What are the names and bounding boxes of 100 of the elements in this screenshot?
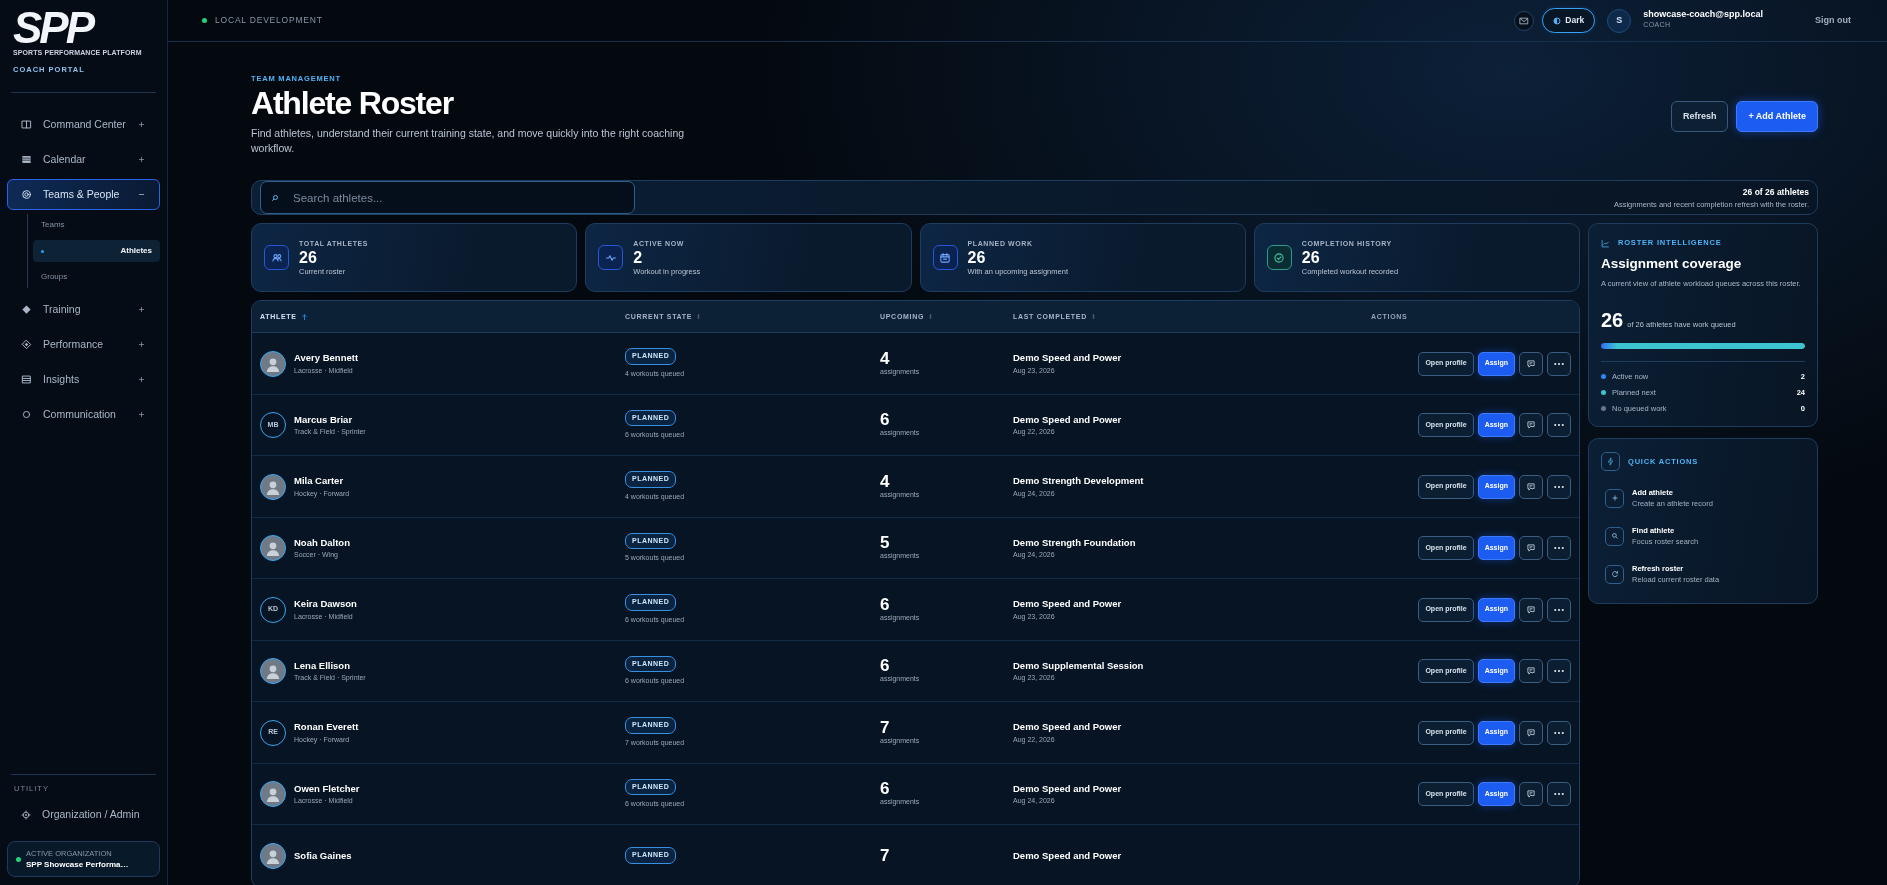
more-icon [1553, 730, 1565, 735]
nav-item[interactable]: Command Center [7, 109, 160, 141]
more-icon [1553, 546, 1565, 551]
upcoming-count: 6 [880, 411, 891, 429]
sign-out-link[interactable]: Sign out [1815, 13, 1851, 28]
message-button[interactable] [1519, 782, 1543, 807]
upcoming-count: 4 [880, 473, 891, 490]
athlete-name[interactable]: Lena Ellison [294, 658, 366, 674]
more-button[interactable] [1547, 659, 1571, 684]
more-icon [1553, 607, 1565, 612]
nav-item[interactable]: Insights [7, 364, 160, 396]
stat-value: 26 [1301, 249, 1321, 266]
athlete-name[interactable]: Ronan Everett [294, 720, 359, 735]
half-circle-icon [1553, 16, 1562, 25]
nav-subitem[interactable]: Teams [33, 214, 160, 237]
expand-icon [138, 376, 145, 384]
gear-icon [21, 810, 31, 821]
athlete-name[interactable]: Mila Carter [294, 474, 350, 489]
status-dot-icon [16, 856, 21, 862]
more-icon [1553, 792, 1565, 797]
upcoming-count: 6 [880, 780, 891, 798]
expand-icon [138, 306, 145, 314]
last-workout-title: Demo Speed and Power [1013, 412, 1123, 427]
nav-item[interactable]: Organization / Admin [7, 799, 160, 831]
message-button[interactable] [1519, 351, 1543, 376]
environment-label: LOCAL DEVELOPMENT [215, 14, 323, 27]
mail-button[interactable] [1514, 10, 1535, 31]
user-avatar: S [1607, 8, 1632, 33]
more-button[interactable] [1547, 474, 1571, 499]
more-button[interactable] [1547, 782, 1571, 807]
athlete-name[interactable]: Marcus Briar [294, 412, 366, 428]
sort-icon [1090, 312, 1096, 322]
more-button[interactable] [1547, 597, 1571, 622]
upcoming-count: 4 [880, 350, 891, 367]
target-icon [21, 189, 32, 201]
people-icon [270, 252, 283, 264]
athlete-name[interactable]: Sofia Gaines [294, 848, 352, 863]
more-button[interactable] [1547, 351, 1571, 376]
nav-item[interactable]: Training [7, 294, 160, 326]
sort-icon [696, 312, 702, 322]
expand-icon [138, 341, 145, 349]
chat-icon [1526, 358, 1536, 369]
check-circle-icon [1273, 252, 1286, 264]
last-workout-title: Demo Speed and Power [1013, 720, 1123, 735]
message-button[interactable] [1519, 659, 1543, 684]
chat-icon [1526, 481, 1536, 492]
calendar-icon [939, 252, 951, 264]
last-workout-title: Demo Speed and Power [1013, 351, 1123, 366]
message-button[interactable] [1519, 720, 1543, 745]
columns-icon [21, 119, 32, 131]
upcoming-count: 6 [880, 657, 891, 675]
nav-item[interactable]: Performance [7, 329, 160, 361]
last-workout-title: Demo Strength Development [1013, 474, 1145, 489]
athlete-name[interactable]: Noah Dalton [294, 535, 350, 551]
athlete-name[interactable]: Owen Fletcher [294, 781, 360, 797]
chat-icon [1526, 543, 1536, 554]
more-button[interactable] [1547, 413, 1571, 438]
mail-icon [1519, 15, 1530, 26]
athlete-name[interactable]: Avery Bennett [294, 351, 359, 366]
chat-icon [1526, 420, 1536, 431]
more-icon [1553, 423, 1565, 428]
card-title: Assignment coverage [1601, 254, 1743, 273]
add-athlete-button[interactable]: + Add Athlete [1736, 101, 1818, 133]
refresh-button[interactable]: Refresh [1670, 101, 1729, 133]
nav-item[interactable]: Calendar [7, 144, 160, 176]
nav-subitem[interactable]: Athletes [33, 240, 160, 263]
last-workout-title: Demo Speed and Power [1013, 781, 1123, 796]
chat-icon [1526, 727, 1536, 738]
athlete-name[interactable]: Keira Dawson [294, 597, 357, 612]
chat-icon [1526, 666, 1536, 677]
lightning-icon [1601, 452, 1620, 472]
message-button[interactable] [1519, 474, 1543, 499]
nav-subitem[interactable]: Groups [33, 266, 160, 289]
upcoming-count: 7 [880, 719, 891, 736]
more-button[interactable] [1547, 536, 1571, 561]
nav-item[interactable]: Communication [7, 399, 160, 431]
more-icon [1553, 669, 1565, 674]
coverage-value: 26 [1601, 308, 1624, 334]
last-workout-title: Demo Speed and Power [1013, 848, 1123, 863]
message-button[interactable] [1519, 413, 1543, 438]
diamond-icon [21, 339, 32, 351]
circle-icon [21, 409, 32, 421]
last-workout-title: Demo Speed and Power [1013, 597, 1123, 612]
theme-toggle[interactable]: Dark [1542, 8, 1596, 33]
page-description: Find athletes, understand their current training state, and move quickly into the right coaching workflow. [251, 126, 686, 157]
list-icon [21, 374, 32, 386]
more-icon [1553, 361, 1565, 366]
message-button[interactable] [1519, 597, 1543, 622]
upcoming-count: 7 [880, 847, 891, 865]
more-button[interactable] [1547, 720, 1571, 745]
message-button[interactable] [1519, 536, 1543, 561]
expand-icon [138, 121, 145, 129]
nav-item[interactable]: Teams & People [7, 179, 160, 211]
bullet-icon [41, 249, 44, 253]
stat-value: 26 [299, 249, 318, 266]
expand-icon [138, 411, 145, 419]
sort-icon [928, 312, 934, 322]
pulse-icon [604, 252, 617, 264]
upcoming-count: 5 [880, 534, 891, 552]
chart-icon [1601, 238, 1610, 248]
